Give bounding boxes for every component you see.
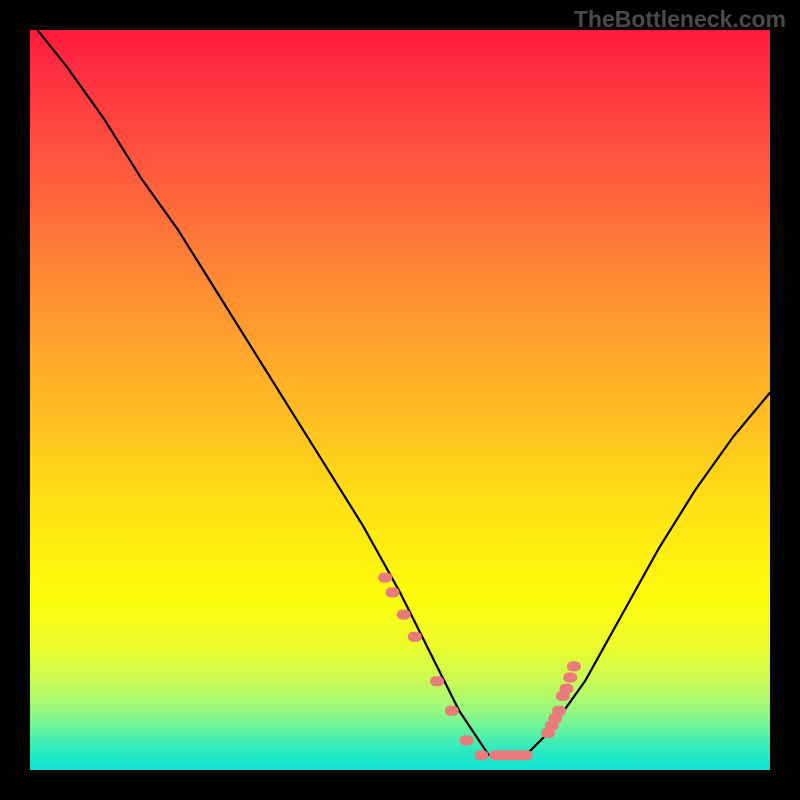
- marker-dot: [552, 706, 566, 716]
- marker-dot: [386, 587, 400, 597]
- marker-dot: [474, 750, 488, 760]
- marker-dot: [560, 684, 574, 694]
- marker-dot: [445, 706, 459, 716]
- marker-dot: [567, 661, 581, 671]
- bottleneck-curve-line: [37, 30, 770, 755]
- marker-dot: [408, 632, 422, 642]
- watermark-text: TheBottleneck.com: [574, 6, 786, 33]
- marker-dot: [430, 676, 444, 686]
- marker-dot: [563, 673, 577, 683]
- marker-dot: [460, 735, 474, 745]
- marker-dot: [519, 750, 533, 760]
- marker-dot: [397, 610, 411, 620]
- chart-plot-area: [30, 30, 770, 770]
- scatter-markers: [378, 573, 581, 761]
- chart-svg: [30, 30, 770, 770]
- marker-dot: [378, 573, 392, 583]
